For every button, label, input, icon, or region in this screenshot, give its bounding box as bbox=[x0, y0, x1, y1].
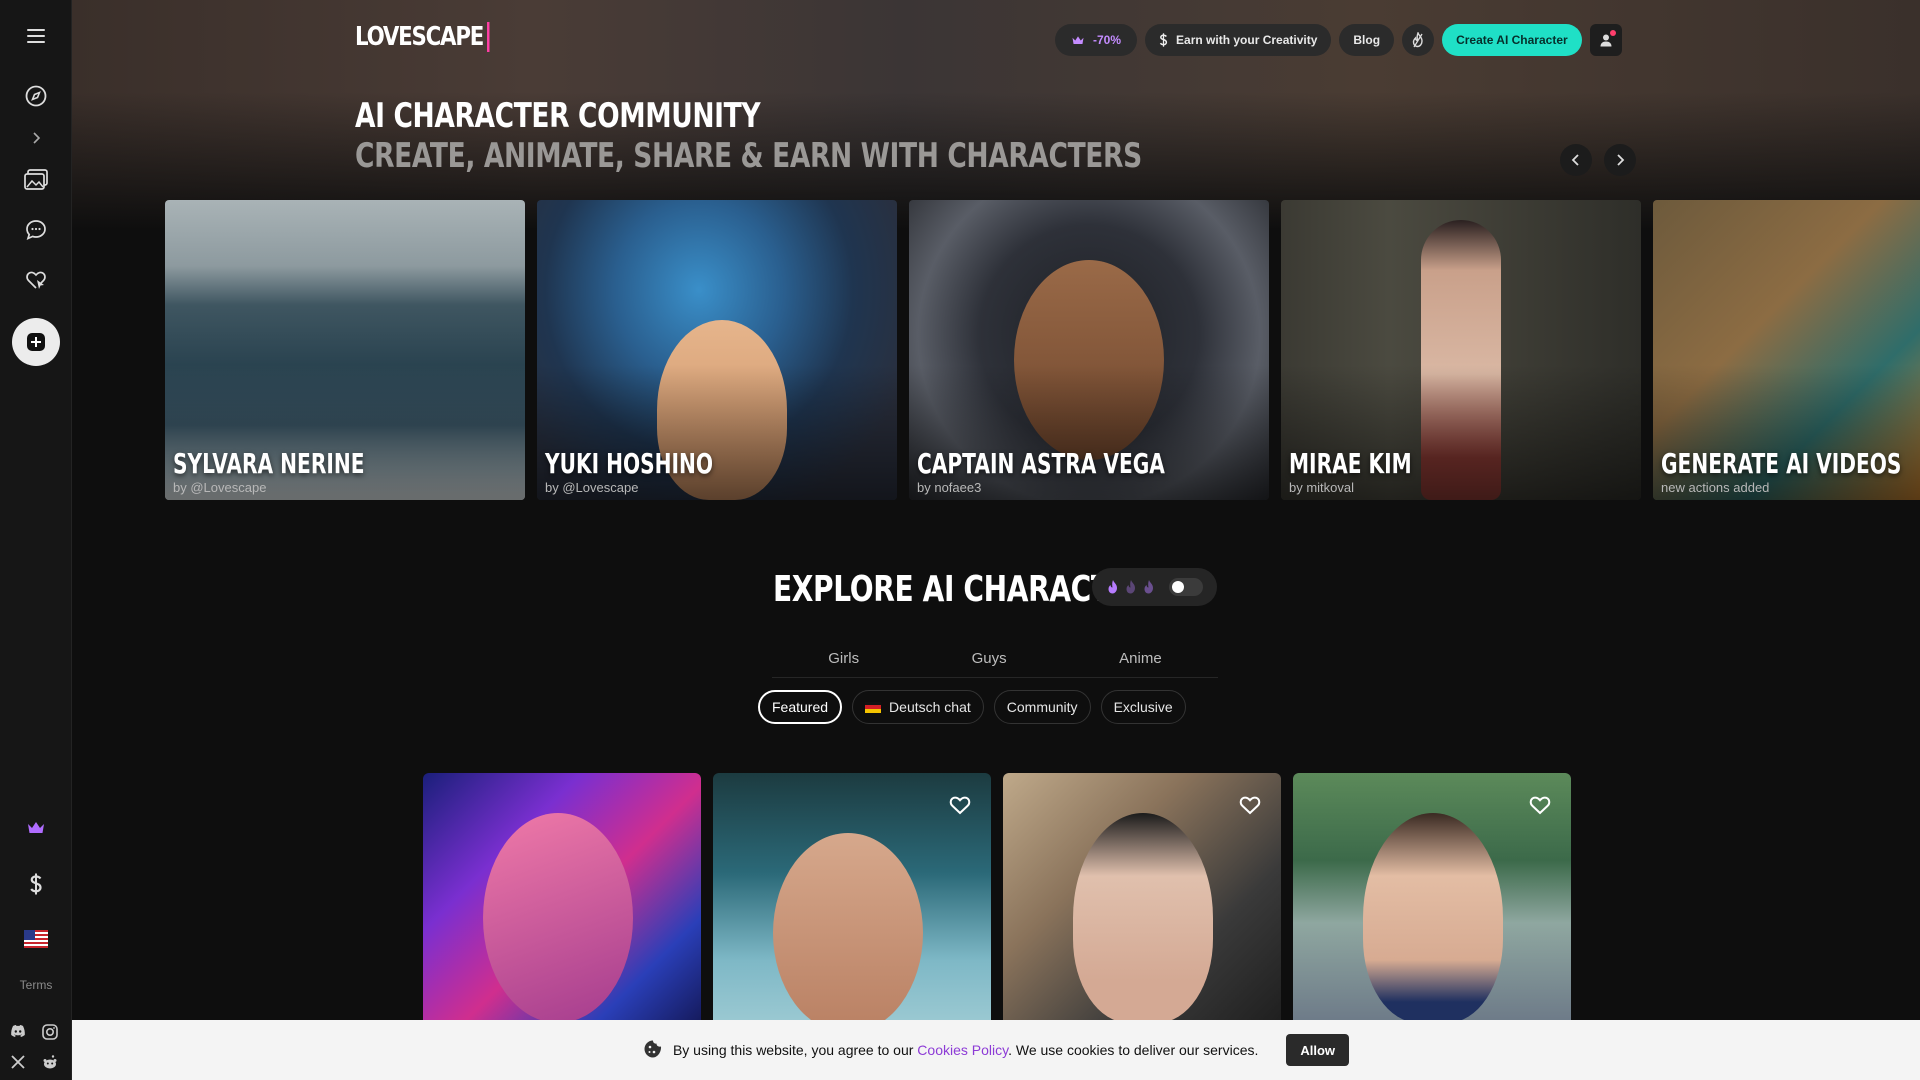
create-button[interactable] bbox=[0, 318, 72, 366]
flame-icon bbox=[1412, 32, 1423, 48]
favorite-heart-icon[interactable] bbox=[1239, 795, 1261, 820]
flame-icon bbox=[1126, 580, 1135, 594]
carousel-prev-button[interactable] bbox=[1560, 144, 1592, 176]
create-character-label: Create AI Character bbox=[1456, 33, 1568, 47]
social-links-row-2 bbox=[10, 1054, 58, 1075]
sidebar: Terms bbox=[0, 0, 72, 1080]
x-icon[interactable] bbox=[10, 1054, 26, 1075]
crown-icon[interactable] bbox=[0, 818, 72, 838]
card-author: by @Lovescape bbox=[173, 480, 267, 495]
discount-button[interactable]: -70% bbox=[1055, 24, 1138, 56]
reddit-icon[interactable] bbox=[42, 1054, 58, 1075]
card-name: GENERATE AI VIDEOS bbox=[1661, 447, 1902, 480]
character-card[interactable] bbox=[423, 773, 701, 1023]
card-portrait bbox=[1363, 813, 1503, 1023]
chip-label: Featured bbox=[772, 699, 829, 715]
instagram-icon[interactable] bbox=[42, 1024, 58, 1045]
tab-anime[interactable]: Anime bbox=[1119, 650, 1162, 667]
compass-icon[interactable] bbox=[0, 84, 72, 108]
character-grid bbox=[423, 773, 1571, 1023]
card-portrait bbox=[1073, 813, 1213, 1023]
gallery-icon[interactable] bbox=[0, 168, 72, 192]
allow-cookies-button[interactable]: Allow bbox=[1286, 1034, 1350, 1066]
social-links-row-1 bbox=[10, 1024, 58, 1045]
blog-button[interactable]: Blog bbox=[1339, 24, 1395, 56]
card-name: YUKI HOSHINO bbox=[545, 447, 714, 480]
card-author: by nofaee3 bbox=[917, 480, 982, 495]
tab-girls[interactable]: Girls bbox=[828, 650, 859, 667]
tab-guys[interactable]: Guys bbox=[972, 650, 1007, 667]
notification-dot bbox=[1609, 30, 1616, 36]
cookie-text: By using this website, you agree to our … bbox=[673, 1042, 1258, 1058]
filter-chips: Featured Deutsch chat Community Exclusiv… bbox=[758, 690, 1186, 724]
carousel-next-button[interactable] bbox=[1604, 144, 1636, 176]
card-name: SYLVARA NERINE bbox=[173, 447, 365, 480]
brand-logo[interactable]: LOVESCAPE bbox=[355, 22, 490, 52]
category-tabs: Girls Guys Anime bbox=[772, 640, 1218, 678]
cookie-text-before: By using this website, you agree to our bbox=[672, 1042, 914, 1058]
card-author: by mitkoval bbox=[1289, 480, 1355, 495]
hero-title: AI CHARACTER COMMUNITY bbox=[355, 96, 761, 136]
logo-caret bbox=[487, 22, 490, 52]
card-author: new actions added bbox=[1661, 480, 1770, 495]
discord-icon[interactable] bbox=[10, 1024, 26, 1045]
carousel-card[interactable]: GENERATE AI VIDEOS new actions added bbox=[1653, 200, 1920, 500]
discount-label: -70% bbox=[1093, 33, 1122, 47]
crown-icon bbox=[1072, 35, 1084, 44]
chip-label: Community bbox=[1006, 699, 1078, 715]
create-icon bbox=[12, 318, 60, 366]
spice-mode-button[interactable] bbox=[1402, 24, 1435, 56]
create-character-button[interactable]: Create AI Character bbox=[1442, 24, 1582, 56]
earn-button[interactable]: Earn with your Creativity bbox=[1145, 24, 1332, 56]
toggle-switch[interactable] bbox=[1169, 578, 1203, 596]
chip-label: Exclusive bbox=[1113, 699, 1173, 715]
carousel-card[interactable]: MIRAE KIM by mitkoval bbox=[1281, 200, 1641, 500]
chip-deutsch-chat[interactable]: Deutsch chat bbox=[852, 690, 984, 724]
hero-background bbox=[72, 0, 1920, 230]
chevron-right-icon[interactable] bbox=[0, 128, 72, 148]
card-name: CAPTAIN ASTRA VEGA bbox=[917, 447, 1165, 480]
chat-icon[interactable] bbox=[0, 218, 72, 242]
menu-icon[interactable] bbox=[0, 24, 72, 48]
chip-community[interactable]: Community bbox=[993, 690, 1091, 724]
flame-icon bbox=[1108, 580, 1117, 594]
character-card[interactable] bbox=[1293, 773, 1571, 1023]
app: Terms LOVESCAPE -70% Earn with your Crea… bbox=[0, 0, 1920, 1080]
profile-button[interactable] bbox=[1589, 24, 1622, 56]
german-flag-icon bbox=[865, 701, 882, 713]
carousel-card[interactable]: CAPTAIN ASTRA VEGA by nofaee3 bbox=[909, 200, 1269, 500]
blog-label: Blog bbox=[1353, 33, 1381, 47]
chip-label: Deutsch chat bbox=[889, 699, 971, 715]
chip-exclusive[interactable]: Exclusive bbox=[1100, 690, 1186, 724]
cookie-icon bbox=[643, 1039, 663, 1062]
card-name: MIRAE KIM bbox=[1289, 447, 1412, 480]
character-card[interactable] bbox=[1003, 773, 1281, 1023]
chevron-right-icon bbox=[1617, 154, 1625, 166]
flame-icon bbox=[1144, 580, 1153, 594]
card-author: by @Lovescape bbox=[545, 480, 639, 495]
character-carousel: SYLVARA NERINE by @Lovescape YUKI HOSHIN… bbox=[165, 200, 1920, 500]
cookie-text-after: . We use cookies to deliver our services… bbox=[1008, 1042, 1259, 1058]
heart-cursor-icon[interactable] bbox=[0, 268, 72, 292]
carousel-card[interactable]: SYLVARA NERINE by @Lovescape bbox=[165, 200, 525, 500]
dollar-icon bbox=[1159, 33, 1168, 47]
earn-label: Earn with your Creativity bbox=[1176, 33, 1318, 47]
cookie-banner: By using this website, you agree to our … bbox=[72, 1020, 1920, 1080]
hero-subtitle: CREATE, ANIMATE, SHARE & EARN WITH CHARA… bbox=[355, 136, 1142, 176]
favorite-heart-icon[interactable] bbox=[949, 795, 971, 820]
carousel-card[interactable]: YUKI HOSHINO by @Lovescape bbox=[537, 200, 897, 500]
spice-toggle[interactable] bbox=[1092, 568, 1217, 606]
chip-featured[interactable]: Featured bbox=[758, 690, 843, 724]
top-nav: -70% Earn with your Creativity Blog Crea… bbox=[1055, 24, 1622, 56]
us-flag-icon[interactable] bbox=[0, 928, 72, 950]
chevron-left-icon bbox=[1571, 154, 1579, 166]
logo-text: LOVESCAPE bbox=[355, 22, 484, 52]
dollar-icon[interactable] bbox=[0, 872, 72, 896]
card-portrait bbox=[483, 813, 633, 1023]
cookies-policy-link[interactable]: Cookies Policy bbox=[917, 1042, 1008, 1058]
character-card[interactable] bbox=[713, 773, 991, 1023]
favorite-heart-icon[interactable] bbox=[1529, 795, 1551, 820]
card-portrait bbox=[773, 833, 923, 1023]
terms-link[interactable]: Terms bbox=[0, 978, 72, 992]
